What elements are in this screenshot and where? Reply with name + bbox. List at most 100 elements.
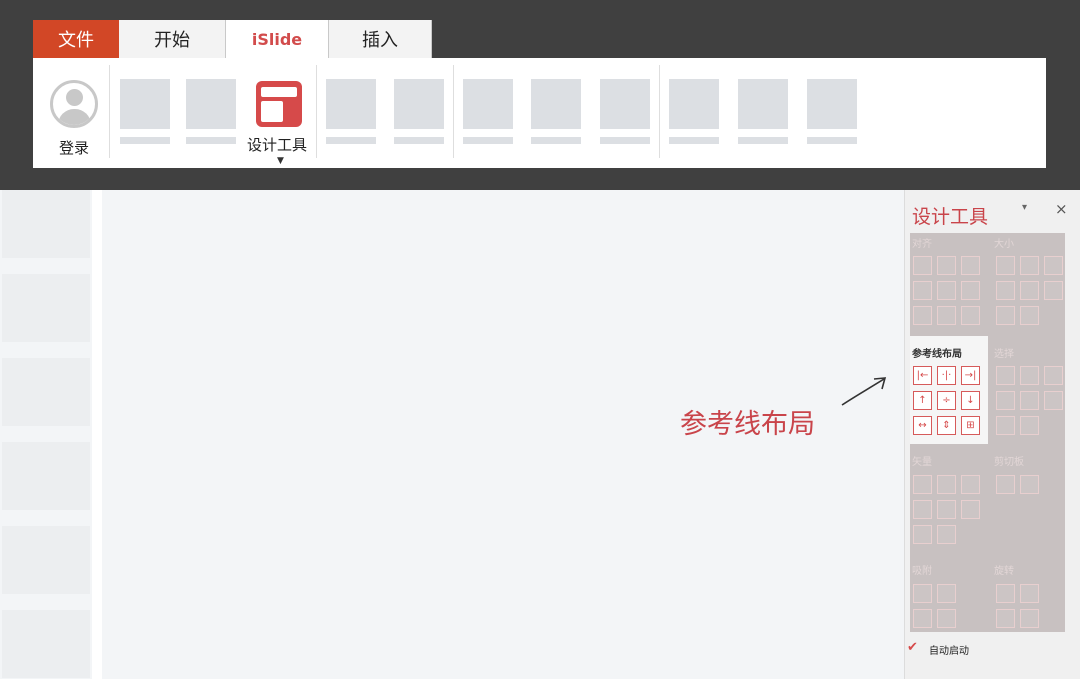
rotate-ccw-icon[interactable] [1020,584,1039,603]
chevron-down-icon[interactable]: ▼ [277,156,284,166]
section-label-align: 对齐 [912,239,932,250]
ribbon-button-placeholder[interactable] [463,79,513,129]
guide-top-icon[interactable]: ↑ [913,391,932,410]
panel-options-icon[interactable]: ▾ [1022,202,1027,213]
ribbon-button-placeholder[interactable] [738,79,788,129]
checkmark-icon[interactable]: ✔ [907,641,919,654]
slide-thumbnail[interactable] [2,442,90,510]
distribute-vertical-icon[interactable] [937,306,956,325]
same-width-icon[interactable] [996,256,1015,275]
ribbon-button-placeholder[interactable] [669,79,719,129]
design-tools-icon[interactable] [256,81,302,127]
ribbon-label-placeholder [531,137,581,144]
guide-stretch-horizontal-icon[interactable]: ↔ [913,416,932,435]
section-label-guide-layout: 参考线布局 [912,349,962,360]
align-bottom-icon[interactable] [961,281,980,300]
ribbon-divider [109,65,110,158]
ribbon-button-placeholder[interactable] [807,79,857,129]
ribbon-button-placeholder[interactable] [326,79,376,129]
slide-thumbnail[interactable] [2,610,90,678]
ribbon-divider [659,65,660,158]
size-width-icon[interactable] [996,281,1015,300]
section-label-snap: 吸附 [912,566,932,577]
vector-fragment-icon[interactable] [961,475,980,494]
snap-right-icon[interactable] [937,609,956,628]
guide-center-horizontal-icon[interactable]: ·|· [937,366,956,385]
section-label-clipboard: 剪切板 [994,457,1024,468]
size-height-icon[interactable] [1020,281,1039,300]
app-ribbon-area: 文件 开始 iSlide 插入 登录 设计工具 ▼ [0,0,1080,190]
annotation-text: 参考线布局 [680,409,815,440]
flip-vertical-icon[interactable] [996,609,1015,628]
select-similar-icon[interactable] [1020,366,1039,385]
ribbon-label-placeholder [600,137,650,144]
vector-subtract-icon[interactable] [937,500,956,519]
select-same-icon[interactable] [996,366,1015,385]
size-swap-icon[interactable] [1044,281,1063,300]
same-size-icon[interactable] [1044,256,1063,275]
login-label: 登录 [59,139,90,157]
select-group-icon[interactable] [996,391,1015,410]
tab-islide[interactable]: iSlide [226,20,328,58]
rotate-cw-icon[interactable] [996,584,1015,603]
slide-thumbnail[interactable] [2,274,90,342]
guide-grid-icon[interactable]: ⊞ [961,416,980,435]
same-height-icon[interactable] [1020,256,1039,275]
align-middle-icon[interactable] [937,281,956,300]
ribbon-button-placeholder[interactable] [186,79,236,129]
vector-text-icon[interactable] [913,525,932,544]
select-overlap-icon[interactable] [996,416,1015,435]
thumbnail-pane-divider [92,190,102,679]
ribbon-label-placeholder [326,137,376,144]
tab-insert[interactable]: 插入 [328,20,432,58]
snap-bottom-icon[interactable] [937,584,956,603]
vector-intersect-icon[interactable] [913,500,932,519]
guide-center-vertical-icon[interactable]: ÷ [937,391,956,410]
ribbon-label-placeholder [463,137,513,144]
vector-curve-icon[interactable] [937,525,956,544]
design-tools-label[interactable]: 设计工具 [247,134,307,155]
align-left-icon[interactable] [913,256,932,275]
align-top-icon[interactable] [913,281,932,300]
clipboard-paste-icon[interactable] [1020,475,1039,494]
panel-title: 设计工具 [912,206,989,228]
guide-bottom-icon[interactable]: ↓ [961,391,980,410]
vector-combine-icon[interactable] [937,475,956,494]
slide-thumbnail[interactable] [2,358,90,426]
user-avatar-icon [50,80,98,128]
select-front-icon[interactable] [1020,416,1039,435]
align-center-icon[interactable] [937,256,956,275]
ribbon-button-placeholder[interactable] [531,79,581,129]
select-layer-icon[interactable] [1020,391,1039,410]
ribbon-label-placeholder [120,137,170,144]
close-icon[interactable]: × [1055,200,1068,218]
guide-left-icon[interactable]: |← [913,366,932,385]
ribbon-label-placeholder [394,137,444,144]
tab-start[interactable]: 开始 [119,20,226,58]
vector-union-icon[interactable] [913,475,932,494]
guide-right-icon[interactable]: →| [961,366,980,385]
guide-stretch-vertical-icon[interactable]: ⇕ [937,416,956,435]
login-button[interactable] [50,80,100,128]
snap-top-icon[interactable] [913,584,932,603]
flip-horizontal-icon[interactable] [1020,609,1039,628]
select-pick-icon[interactable] [1044,366,1063,385]
section-label-vector: 矢量 [912,457,932,468]
ribbon-label-placeholder [738,137,788,144]
ribbon-button-placeholder[interactable] [120,79,170,129]
slide-thumbnail[interactable] [2,526,90,594]
vector-split-icon[interactable] [961,500,980,519]
size-fill-icon[interactable] [1020,306,1039,325]
distribute-horizontal-icon[interactable] [913,306,932,325]
align-right-icon[interactable] [961,256,980,275]
cursor-icon[interactable] [1044,391,1063,410]
ribbon-button-placeholder[interactable] [394,79,444,129]
ribbon-button-placeholder[interactable] [600,79,650,129]
clipboard-copy-icon[interactable] [996,475,1015,494]
design-tools-panel: 设计工具 ▾ × 对齐 大小 参考线布局 选择 |← ·|· →| ↑ ÷ ↓ … [904,190,1080,679]
tab-file[interactable]: 文件 [33,20,119,58]
slide-thumbnail[interactable] [2,190,90,258]
snap-left-icon[interactable] [913,609,932,628]
size-fit-icon[interactable] [996,306,1015,325]
align-canvas-icon[interactable] [961,306,980,325]
